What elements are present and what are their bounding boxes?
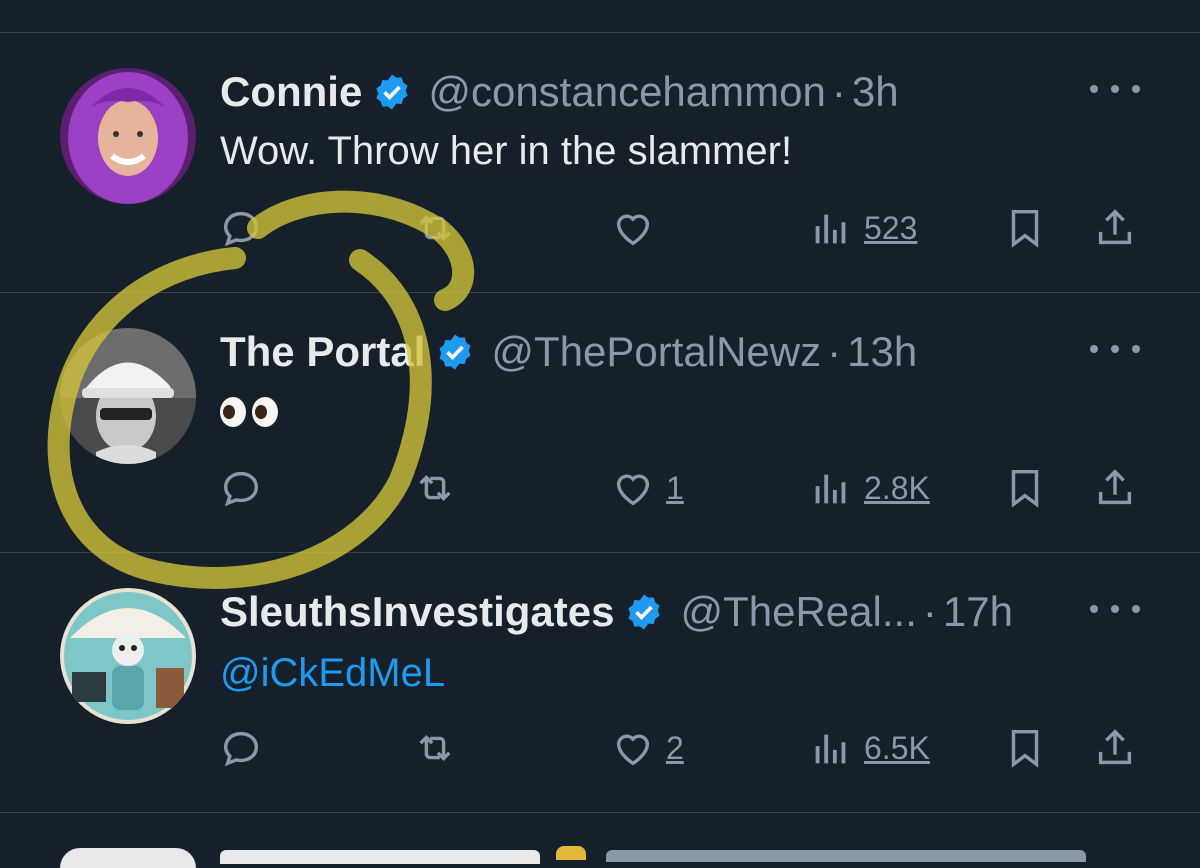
heart-icon [616, 474, 650, 506]
dot-separator: · [827, 328, 842, 375]
timestamp[interactable]: 3h [852, 68, 899, 116]
avatar[interactable] [60, 848, 196, 868]
verified-badge-icon [556, 846, 586, 860]
reply-button[interactable] [218, 205, 264, 251]
avatar[interactable] [60, 328, 196, 464]
likes-count: 2 [666, 729, 684, 766]
reply-icon [223, 731, 259, 767]
timestamp[interactable]: 13h [847, 328, 917, 376]
like-button[interactable] [610, 205, 656, 251]
views-count: 6.5K [864, 729, 930, 766]
reply-button[interactable] [218, 465, 264, 511]
tweet-the-portal[interactable]: The Portal @ThePortalNewz · 13h 1 2.8K [0, 293, 1200, 553]
share-button[interactable] [1092, 465, 1138, 511]
timestamp[interactable]: 17h [943, 588, 1013, 636]
more-options-icon[interactable] [1090, 79, 1140, 99]
user-handle[interactable]: @ThePortalNewz [491, 328, 821, 376]
retweet-icon [419, 475, 451, 501]
more-options-icon[interactable] [1090, 339, 1140, 359]
views-count: 2.8K [864, 469, 930, 506]
display-name[interactable]: The Portal [220, 328, 425, 376]
likes-count: 1 [666, 469, 684, 506]
verified-badge-icon [376, 74, 408, 110]
verified-badge-icon [628, 594, 660, 630]
heart-icon [616, 734, 650, 766]
bookmark-icon [1011, 209, 1039, 248]
views-button[interactable]: 2.8K [808, 465, 930, 511]
user-handle [606, 850, 1086, 862]
more-options-icon[interactable] [1090, 599, 1140, 619]
avatar[interactable] [60, 68, 196, 204]
views-button[interactable]: 523 [808, 205, 917, 251]
share-icon [1098, 469, 1132, 505]
retweet-icon [419, 215, 451, 241]
views-button[interactable]: 6.5K [808, 725, 930, 771]
bookmark-icon [1011, 729, 1039, 768]
retweet-icon [419, 735, 451, 761]
user-handle[interactable]: @constancehammon [428, 68, 826, 116]
reply-icon [223, 211, 259, 247]
avatar[interactable] [60, 588, 196, 724]
tweet-text: Wow. Throw her in the slammer! [220, 129, 793, 173]
share-icon [1098, 729, 1132, 765]
dot-separator: · [831, 68, 846, 115]
eyes-emoji [220, 397, 278, 427]
share-icon [1098, 209, 1132, 245]
bookmark-button[interactable] [1002, 725, 1048, 771]
tweet-partial[interactable] [0, 820, 1200, 868]
display-name[interactable]: Connie [220, 68, 362, 116]
tweet-sleuths-investigates[interactable]: SleuthsInvestigates @TheReal... · 17h @i… [0, 553, 1200, 813]
bookmark-button[interactable] [1002, 465, 1048, 511]
retweet-button[interactable] [412, 205, 458, 251]
retweet-button[interactable] [412, 465, 458, 511]
analytics-icon [815, 734, 846, 764]
bookmark-icon [1011, 469, 1039, 508]
share-button[interactable] [1092, 205, 1138, 251]
tweet-connie[interactable]: Connie @constancehammon · 3h Wow. Throw … [0, 33, 1200, 293]
analytics-icon [815, 214, 846, 244]
reply-button[interactable] [218, 725, 264, 771]
heart-icon [616, 214, 650, 246]
mention-link[interactable]: @iCkEdMeL [220, 651, 445, 696]
like-button[interactable]: 2 [610, 725, 684, 771]
verified-badge-icon [439, 334, 471, 370]
reply-icon [223, 471, 259, 507]
analytics-icon [815, 474, 846, 504]
share-button[interactable] [1092, 725, 1138, 771]
retweet-button[interactable] [412, 725, 458, 771]
views-count: 523 [864, 209, 918, 246]
display-name[interactable]: SleuthsInvestigates [220, 588, 614, 636]
dot-separator: · [922, 588, 937, 635]
user-handle[interactable]: @TheReal... [680, 588, 916, 636]
bookmark-button[interactable] [1002, 205, 1048, 251]
like-button[interactable]: 1 [610, 465, 684, 511]
display-name [220, 850, 540, 864]
